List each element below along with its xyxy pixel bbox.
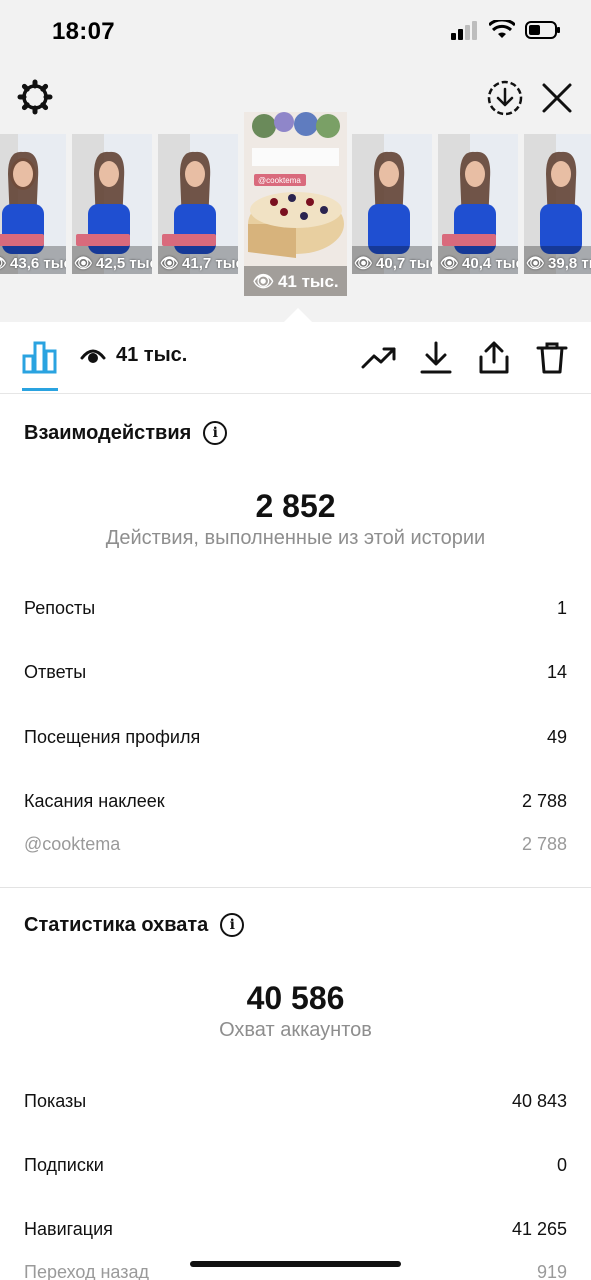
info-icon[interactable]: i: [203, 421, 228, 445]
story-thumbnail[interactable]: 👁42,5 тыс.: [72, 134, 152, 274]
battery-icon: [525, 21, 560, 39]
interaction-row: Ответы 14: [24, 662, 567, 682]
download-button[interactable]: [418, 340, 454, 376]
close-icon: [542, 83, 572, 113]
thumbnail-views: 👁43,6 тыс.: [0, 254, 66, 273]
insights-tab-underline: [22, 388, 58, 391]
thumbnail-views: 👁42,5 тыс.: [74, 254, 152, 273]
reach-total: 40 586: [246, 980, 345, 1016]
trash-icon: [536, 342, 568, 374]
reach-subtitle: Охват аккаунтов: [219, 1019, 372, 1041]
view-count: 41 тыс.: [80, 344, 187, 367]
status-icons: [451, 20, 561, 40]
interactions-total: 2 852: [255, 488, 336, 524]
reach-title: Статистика охвата i: [24, 913, 245, 937]
trending-up-icon: [361, 347, 396, 369]
save-story-button[interactable]: [483, 76, 527, 120]
eye-icon: 👁: [354, 255, 374, 272]
section-divider: [0, 887, 591, 888]
view-count-label: 41 тыс.: [116, 344, 188, 366]
active-story-views: 👁 41 тыс.: [252, 272, 339, 291]
gear-icon: [17, 79, 53, 115]
interactions-subtitle: Действия, выполненные из этой истории: [105, 527, 486, 549]
story-thumbnail[interactable]: 👁40,4 тыс.: [438, 134, 518, 274]
eye-icon: 👁: [74, 255, 94, 272]
story-thumbnail[interactable]: 👁39,8 тыс.: [524, 134, 591, 274]
interactions-title: Взаимодействия i: [24, 421, 228, 445]
thumbnail-views: 👁41,7 тыс.: [160, 254, 238, 273]
eye-icon: 👁: [440, 255, 460, 272]
eye-icon: 👁: [252, 272, 274, 291]
story-thumbnail[interactable]: 👁41,7 тыс.: [158, 134, 238, 274]
story-thumbnail[interactable]: 👁40,7 тыс.: [352, 134, 432, 274]
interaction-row: Посещения профиля 49: [24, 727, 567, 747]
share-button[interactable]: [476, 340, 512, 376]
bar-chart-icon: [22, 341, 57, 374]
signal-icon: [451, 21, 477, 40]
person-image: [368, 151, 410, 254]
status-time: 18:07: [52, 18, 115, 45]
eye-icon: 👁: [0, 254, 7, 272]
interaction-row: Репосты 1: [24, 598, 567, 618]
close-button[interactable]: [535, 76, 579, 120]
sticker-sub-row: @cooktema 2 788: [24, 834, 567, 854]
thumbnail-views: 👁39,8 тыс.: [526, 254, 591, 273]
person-image: [540, 151, 582, 254]
active-story-thumbnail[interactable]: @cooktema 👁 41 тыс.: [244, 112, 347, 296]
eye-icon: 👁: [160, 255, 180, 272]
thumbnail-views: 👁40,4 тыс.: [440, 254, 518, 273]
download-icon: [420, 341, 452, 374]
home-indicator: [190, 1261, 401, 1267]
status-bar: 18:07: [0, 0, 591, 64]
selection-pointer: [284, 308, 312, 322]
wifi-icon: [489, 20, 515, 38]
download-circle-icon: [487, 80, 523, 116]
thumbnail-views: 👁40,7 тыс.: [354, 254, 432, 273]
share-icon: [479, 341, 509, 374]
interaction-row: Касания наклеек 2 788: [24, 791, 567, 811]
story-action-bar: 41 тыс.: [0, 322, 591, 394]
reach-row: Навигация 41 265: [24, 1219, 567, 1239]
eye-icon: 👁: [526, 255, 546, 272]
reach-row: Показы 40 843: [24, 1091, 567, 1111]
cooktema-tag: @cooktema: [258, 176, 301, 185]
story-thumbnail[interactable]: 👁43,6 тыс.: [0, 134, 66, 274]
reach-row: Подписки 0: [24, 1155, 567, 1175]
eye-icon: [80, 349, 106, 363]
info-icon[interactable]: i: [220, 913, 245, 937]
delete-button[interactable]: [534, 340, 570, 376]
trend-button[interactable]: [361, 340, 397, 376]
insights-tab[interactable]: [22, 340, 58, 392]
settings-button[interactable]: [13, 75, 57, 119]
